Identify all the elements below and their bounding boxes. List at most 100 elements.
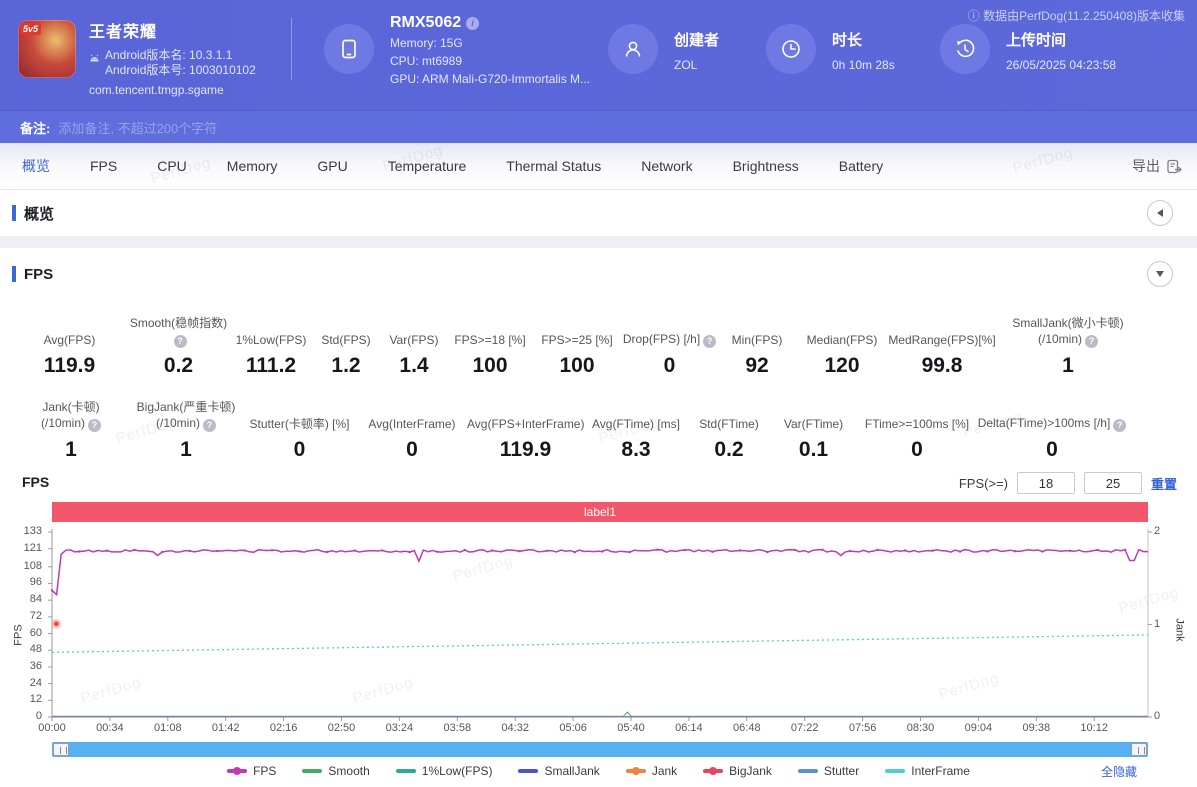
legend-item-fps[interactable]: FPS [227,762,276,779]
right-axis-tick: 2 [1154,525,1161,537]
tab-memory[interactable]: Memory [207,158,298,174]
chevron-down-icon [1156,271,1164,277]
stat-item: Avg(FPS) 119.9 [12,314,127,378]
legend-swatch-dot [631,766,640,775]
stat-value: 0.2 [714,438,744,461]
package-name: com.tencent.tmgp.sgame [89,83,224,97]
fps-threshold-input-1[interactable] [1016,472,1075,494]
y-axis-tick: 48 [29,643,42,656]
legend-label: FPS [253,763,277,778]
x-axis-tick: 06:14 [675,722,703,734]
stat-item: Delta(FTime)>100ms [/h]? 0 [977,398,1127,462]
export-button[interactable]: 导出 [1132,156,1183,176]
right-axis-tick: 0 [1154,710,1161,722]
note-input-bar[interactable]: 备注: 添加备注, 不超过200个字符 [0,110,1197,143]
fps-chart: FPS Jank 133 121 108 96 84 72 60 48 36 24 12 0 2 1 0 00… [0,524,1197,738]
y-axis-tick: 36 [29,659,42,672]
device-info-icon[interactable]: i [466,16,480,30]
stat-item: SmallJank(微小卡顿) (/10min)? 1 [997,314,1139,378]
legend-item-stutter[interactable]: Stutter [797,762,859,779]
android-version-code: Android版本号: 1003010102 [105,63,256,77]
help-icon[interactable]: ? [88,419,101,432]
tab-brightness[interactable]: Brightness [713,158,819,174]
help-icon[interactable]: ? [173,335,187,348]
stat-value: 1.2 [331,354,361,377]
help-icon[interactable]: ? [703,335,717,348]
chevron-left-icon [1157,209,1163,217]
legend-swatch-dot [233,766,242,775]
history-clock-icon [940,24,990,74]
overview-collapse-button[interactable] [1147,200,1173,226]
legend-item-bigjank[interactable]: BigJank [703,762,772,779]
legend-swatch [395,768,416,773]
phone-icon [324,24,374,74]
stat-value: 92 [745,354,769,377]
stat-value: 1 [1062,354,1074,377]
tab-battery[interactable]: Battery [819,158,903,174]
stat-value: 1.4 [399,354,429,377]
fps-collapse-button[interactable] [1147,261,1173,287]
help-icon[interactable]: ? [203,419,216,432]
stat-item: Std(FTime) 0.2 [688,398,770,462]
y-axis-tick: 121 [23,541,42,554]
fps-section: FPS Avg(FPS) 119.9 Smooth(稳帧指数)? 0.2 1%Low(F… [0,248,1197,779]
x-axis-tick: 10:12 [1080,722,1108,734]
creator-value: ZOL [674,58,698,72]
scrollbar-handle-left[interactable] [53,743,69,756]
stat-value: 111.2 [245,354,297,377]
legend-item-jank[interactable]: Jank [625,762,678,779]
duration-label: 时长 [832,32,863,49]
device-cpu: CPU: mt6989 [390,54,463,68]
legend-item-1-low-fps-[interactable]: 1%Low(FPS) [395,762,492,779]
scrollbar-handle-right[interactable] [1131,743,1147,756]
x-axis-tick: 05:06 [559,722,587,734]
legend-item-smooth[interactable]: Smooth [302,762,370,779]
note-placeholder: 添加备注, 不超过200个字符 [58,120,218,136]
help-icon[interactable]: ? [1085,335,1098,348]
duration-block: 时长 0h 10m 28s [766,24,895,74]
legend-label: BigJank [729,763,772,778]
legend-item-smalljank[interactable]: SmallJank [518,762,600,779]
creator-label: 创建者 [674,32,720,49]
chart-scrollbar[interactable] [52,742,1148,757]
tab-temperature[interactable]: Temperature [368,158,487,174]
hide-all-link[interactable]: 全隐藏 [1101,763,1137,780]
fps-chart-title: FPS [22,474,50,490]
tab-概览[interactable]: 概览 [2,156,70,176]
overview-section: 概览 [0,190,1197,236]
stat-value: 119.9 [499,438,552,461]
stat-item: FTime>=100ms [%] 0 [857,398,977,462]
game-name: 王者荣耀 [89,24,158,41]
report-header: 5v5 王者荣耀 Android版本名: 10.3.1.1 Android版本号… [0,0,1197,110]
fps-series-line [51,548,1148,597]
overview-section-title: 概览 [24,205,55,223]
tab-fps[interactable]: FPS [70,158,137,174]
tab-network[interactable]: Network [621,158,712,174]
legend-item-interframe[interactable]: InterFrame [885,762,970,779]
x-axis-tick: 02:50 [327,722,356,734]
fps-threshold-input-2[interactable] [1083,472,1142,494]
stat-item: Smooth(稳帧指数)? 0.2 [127,314,230,378]
y-axis-tick: 84 [29,593,42,606]
section-accent-bar [12,266,16,282]
tab-cpu[interactable]: CPU [137,158,207,174]
stat-value: 0.1 [798,438,829,461]
help-icon[interactable]: ? [1113,419,1127,432]
user-icon [608,24,658,74]
chart-label-banner: label1 [52,502,1148,522]
tab-thermal-status[interactable]: Thermal Status [486,158,621,174]
upload-time-label: 上传时间 [1006,32,1067,49]
tab-gpu[interactable]: GPU [297,158,367,174]
stat-item: Std(FPS) 1.2 [312,314,380,378]
reset-button[interactable]: 重置 [1151,474,1177,493]
section-divider [0,236,1197,248]
android-version-name: Android版本名: 10.3.1.1 [105,48,233,62]
stat-item: FPS>=25 [%] 100 [532,314,622,378]
stat-value: 119.9 [43,354,96,377]
x-axis-tick: 00:34 [96,722,124,734]
stat-value: 0 [1046,438,1058,461]
creator-block: 创建者 ZOL [608,24,719,74]
legend-label: Jank [651,763,678,778]
stat-value: 0 [406,438,418,461]
device-gpu: GPU: ARM Mali-G720-Immortalis M... [390,72,591,86]
